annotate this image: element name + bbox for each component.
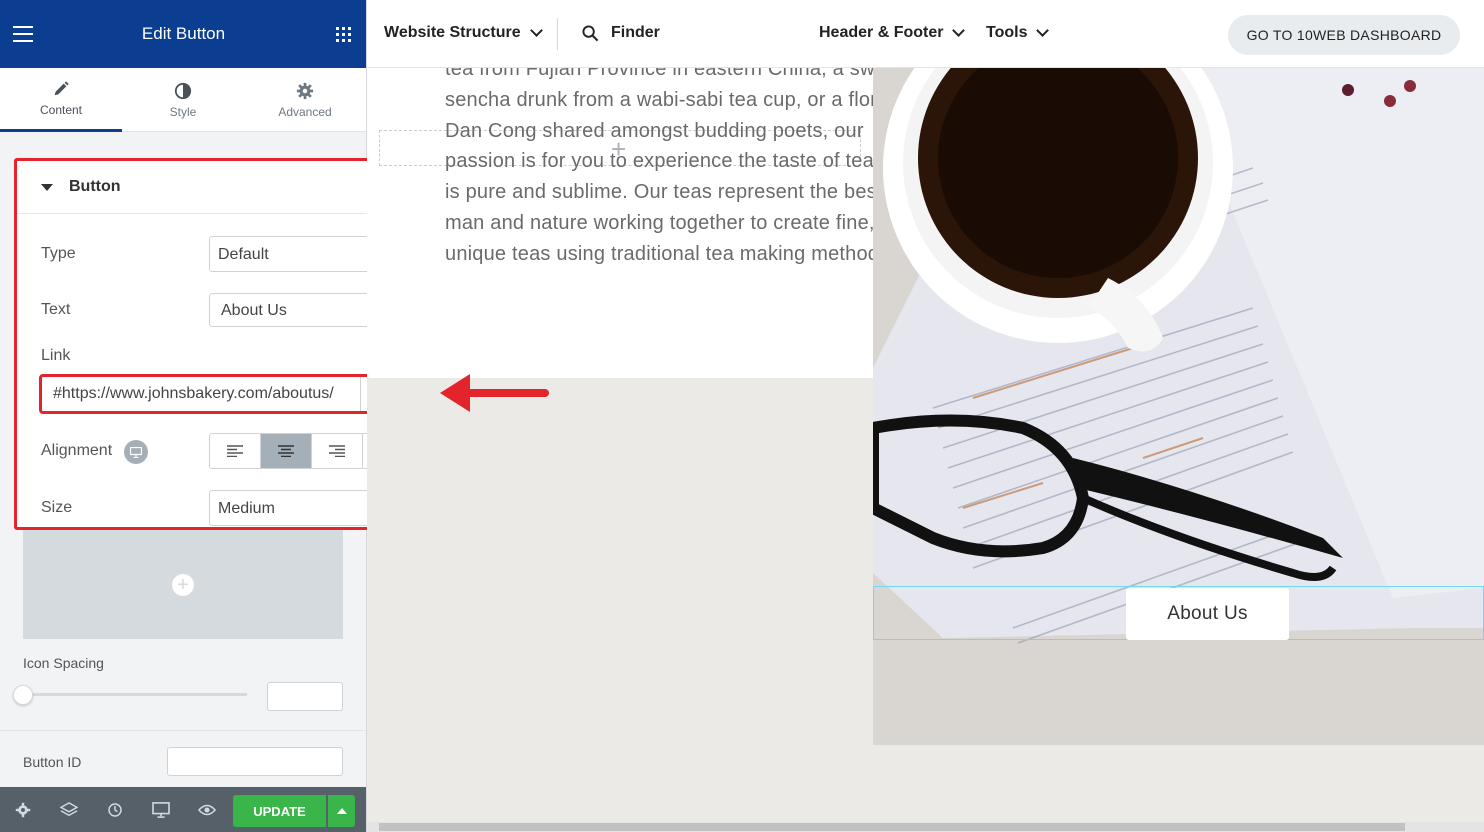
tab-style[interactable]: Style — [122, 68, 244, 132]
tab-content[interactable]: Content — [0, 68, 122, 132]
annotation-arrow-icon — [440, 374, 549, 412]
background-photo — [873, 68, 1484, 745]
header-footer-menu[interactable]: Header & Footer — [819, 24, 966, 42]
gear-icon — [296, 82, 314, 99]
widgets-grid-icon[interactable] — [336, 27, 351, 42]
panel-title: Edit Button — [141, 24, 226, 43]
responsive-mode-icon[interactable] — [138, 787, 184, 832]
icon-spacing-label: Icon Spacing — [23, 655, 104, 671]
chevron-down-icon — [952, 24, 966, 37]
size-label: Size — [41, 499, 73, 516]
align-right-button[interactable] — [312, 434, 363, 468]
website-structure-menu[interactable]: Website Structure — [384, 24, 543, 42]
history-icon[interactable] — [92, 787, 138, 832]
pencil-icon — [54, 81, 69, 96]
icon-spacing-slider[interactable] — [23, 693, 247, 696]
scrollbar-thumb[interactable] — [379, 823, 1405, 831]
align-center-button[interactable] — [261, 434, 312, 468]
update-button[interactable]: UPDATE — [233, 795, 326, 827]
align-left-icon — [227, 445, 243, 457]
link-field: #https://www.johnsbakery.com/aboutus/ — [39, 374, 416, 414]
link-label: Link — [41, 347, 71, 364]
responsive-desktop-icon[interactable] — [124, 440, 148, 464]
align-left-button[interactable] — [210, 434, 261, 468]
search-icon — [582, 24, 599, 41]
update-options-button[interactable] — [328, 795, 355, 827]
finder-button[interactable]: Finder — [582, 24, 660, 42]
go-to-dashboard-button[interactable]: GO TO 10WEB DASHBOARD — [1228, 15, 1460, 55]
caret-down-icon — [41, 183, 53, 191]
tab-advanced[interactable]: Advanced — [244, 68, 366, 132]
settings-icon[interactable] — [0, 787, 46, 832]
divider — [0, 730, 366, 731]
hamburger-menu-icon[interactable] — [13, 26, 33, 42]
icon-spacing-slider-handle[interactable] — [13, 685, 33, 705]
divider — [557, 18, 558, 50]
contrast-icon — [174, 82, 192, 99]
chevron-down-icon — [1036, 24, 1050, 37]
panel-header: Edit Button — [0, 0, 366, 68]
section-title: Button — [69, 178, 121, 195]
add-icon[interactable]: + — [172, 573, 194, 596]
tools-menu[interactable]: Tools — [986, 24, 1050, 42]
about-us-button[interactable]: About Us — [1126, 588, 1289, 640]
align-center-icon — [278, 445, 294, 457]
layers-icon[interactable] — [46, 787, 92, 832]
align-right-icon — [329, 445, 345, 457]
button-id-input[interactable] — [167, 747, 343, 776]
type-label: Type — [41, 245, 76, 262]
icon-spacing-input[interactable] — [267, 682, 343, 711]
chevron-down-icon — [529, 24, 543, 37]
button-id-label: Button ID — [23, 754, 82, 770]
preview-eye-icon[interactable] — [184, 787, 230, 832]
page-canvas: + tea from Fujian Province in eastern Ch… — [367, 68, 1484, 832]
link-input[interactable]: #https://www.johnsbakery.com/aboutus/ — [42, 377, 361, 411]
text-label: Text — [41, 301, 71, 318]
panel-tabs: Content Style Advanced — [0, 68, 366, 132]
horizontal-scrollbar[interactable] — [367, 822, 1484, 832]
top-bar: Website Structure Finder Header & Footer… — [367, 0, 1484, 68]
alignment-label: Alignment — [41, 442, 113, 459]
icon-picker[interactable]: + — [23, 530, 343, 639]
caret-up-icon — [336, 808, 347, 814]
